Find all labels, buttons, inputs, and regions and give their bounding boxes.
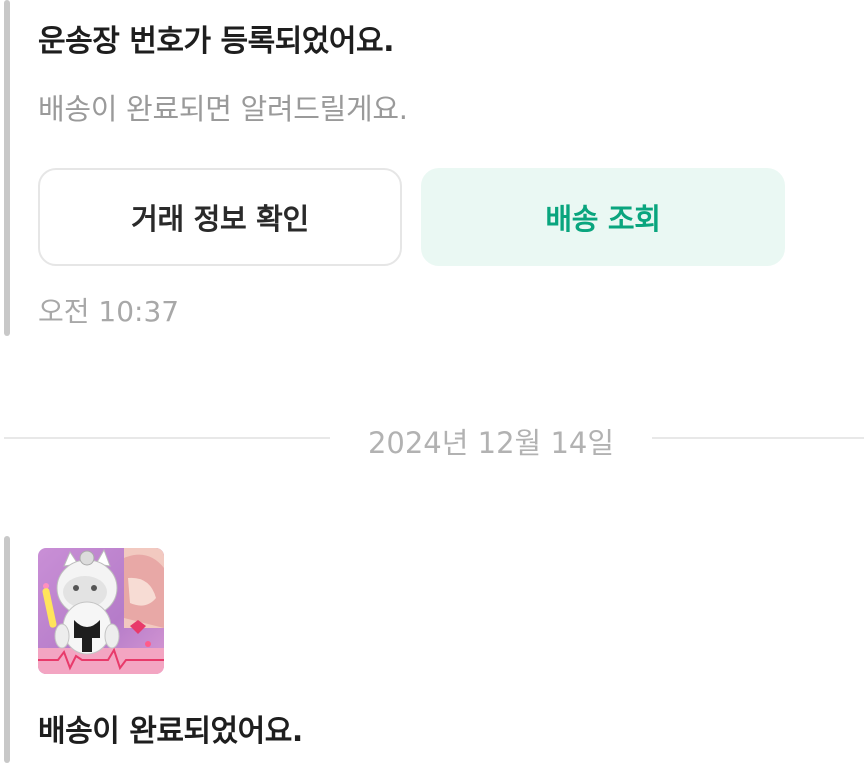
date-separator: 2024년 12월 14일 <box>0 420 864 460</box>
message-title: 운송장 번호가 등록되었어요. <box>38 24 395 59</box>
date-separator-label: 2024년 12월 14일 <box>367 426 615 460</box>
message-shipping-registered: 운송장 번호가 등록되었어요. 배송이 완료되면 알려드릴게요. 거래 정보 확… <box>0 0 864 340</box>
message-quote-bar <box>4 0 10 336</box>
message-delivery-complete: 배송이 완료되었어요. <box>0 536 864 763</box>
plush-cat-doll-image <box>38 548 164 674</box>
trade-info-button[interactable]: 거래 정보 확인 <box>38 168 402 266</box>
chat-page: 운송장 번호가 등록되었어요. 배송이 완료되면 알려드릴게요. 거래 정보 확… <box>0 0 864 763</box>
track-shipping-button[interactable]: 배송 조회 <box>421 168 785 266</box>
product-thumbnail[interactable] <box>38 548 164 674</box>
message-quote-bar <box>4 536 10 763</box>
date-separator-line-right <box>652 437 864 439</box>
date-separator-line-left <box>4 437 330 439</box>
message-subtitle: 배송이 완료되면 알려드릴게요. <box>38 92 408 126</box>
message-title: 배송이 완료되었어요. <box>38 714 303 749</box>
message-timestamp: 오전 10:37 <box>38 295 180 328</box>
